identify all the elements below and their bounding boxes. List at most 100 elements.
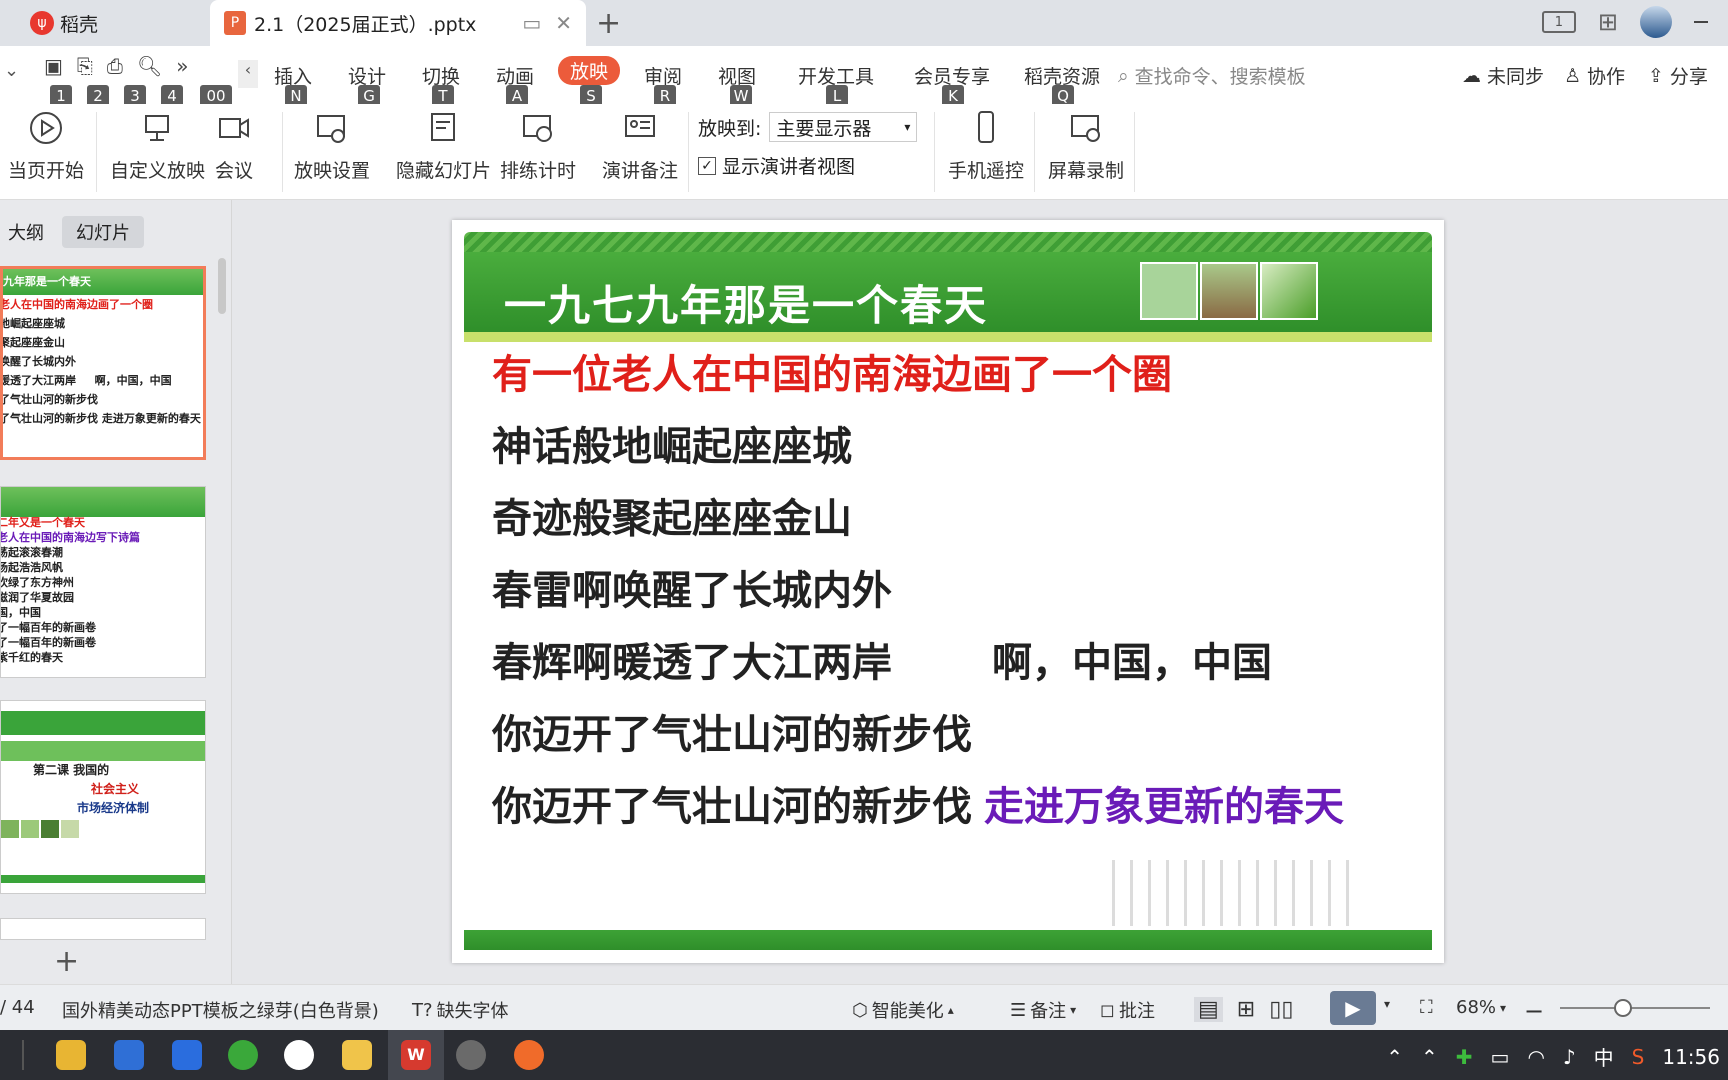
wps-taskbar-item[interactable]: W — [388, 1030, 444, 1080]
divider — [1134, 112, 1135, 192]
media-icon[interactable] — [456, 1040, 486, 1070]
zoom-out-icon[interactable]: − — [1524, 997, 1544, 1025]
meeting-label: 会议 — [214, 160, 253, 182]
template-name[interactable]: 国外精美动态PPT模板之绿芽(白色背景) — [62, 997, 379, 1023]
more-icon[interactable]: » — [176, 54, 188, 78]
scroll-left-icon[interactable]: ‹ — [238, 60, 258, 88]
file-explorer-icon[interactable] — [56, 1040, 86, 1070]
thumb2-line: 了一幅百年的新画卷 — [0, 636, 96, 649]
grid-apps-icon[interactable]: ⊞ — [1598, 8, 1618, 36]
beautify-label: 智能美化 — [871, 1001, 944, 1022]
slide-thumbnail-3[interactable]: 第二课 我国的 社会主义 市场经济体制 — [0, 700, 206, 894]
zoom-slider-thumb[interactable] — [1614, 999, 1632, 1017]
speaker-notes-button[interactable]: 演讲备注 — [602, 104, 678, 183]
slide-thumbnail-2[interactable]: 二年又是一个春天 老人在中国的南海边写下诗篇 荡起滚滚春潮 扬起浩浩风帆 吹绿了… — [0, 486, 206, 678]
slide-line-exclaim: 啊，中国，中国 — [992, 640, 1272, 686]
play-circle-icon — [30, 112, 62, 144]
clock[interactable]: 11:56 — [1662, 1045, 1720, 1069]
show-to-select[interactable]: 主要显示器 ▾ — [769, 112, 918, 142]
cloud-icon: ☁ — [1462, 64, 1481, 87]
panel-scrollbar[interactable] — [218, 258, 226, 314]
zoom-level[interactable]: 68% ▾ — [1456, 997, 1506, 1018]
missing-font-button[interactable]: T? 缺失字体 — [412, 997, 509, 1023]
notes-button[interactable]: ☰ 备注 ▾ — [1010, 997, 1076, 1023]
comment-button[interactable]: ◻ 批注 — [1100, 997, 1155, 1023]
reading-view-icon[interactable]: ▯▯ — [1269, 997, 1293, 1022]
app-green-icon[interactable] — [228, 1040, 258, 1070]
fit-window-icon[interactable]: ⛶ — [1420, 997, 1433, 1018]
zoom-slider[interactable] — [1560, 1007, 1710, 1009]
save-icon[interactable]: ▣ — [44, 54, 63, 78]
pptx-file-icon: P — [224, 11, 246, 35]
custom-show-icon — [144, 115, 169, 141]
new-tab-button[interactable]: + — [596, 6, 621, 41]
print-icon[interactable]: ⎙ — [107, 54, 123, 78]
sync-label: 未同步 — [1487, 66, 1545, 88]
app-white-icon[interactable] — [284, 1040, 314, 1070]
app-orange-icon[interactable] — [514, 1040, 544, 1070]
decor-square — [1140, 262, 1198, 320]
collapse-chevron-icon[interactable]: ⌄ — [4, 60, 19, 81]
security-icon[interactable]: ✚ — [1456, 1045, 1473, 1069]
thumb1-line: 了气壮山河的新步伐 走进万象更新的春天 — [0, 412, 201, 425]
normal-view-icon[interactable]: ▤ — [1194, 997, 1223, 1022]
divider — [934, 112, 935, 192]
play-options-arrow-icon[interactable]: ▾ — [1384, 997, 1390, 1011]
custom-show-button[interactable]: 自定义放映 — [110, 104, 205, 183]
checkbox-checked[interactable]: ✓ — [698, 156, 716, 175]
thumb2-line: 吹绿了东方神州 — [0, 576, 74, 589]
show-settings-button[interactable]: 放映设置 — [294, 104, 370, 183]
close-tab-icon[interactable]: ✕ — [555, 11, 572, 35]
video-icon — [219, 118, 249, 138]
user-avatar[interactable] — [1640, 6, 1672, 38]
tab-document[interactable]: P 2.1（2025届正式）.pptx ▭ ✕ — [210, 0, 586, 46]
slide[interactable]: 一九七九年那是一个春天 有一位老人在中国的南海边画了一个圈 神话般地崛起座座城 … — [452, 220, 1444, 963]
export-icon[interactable]: ⎘ — [77, 54, 93, 78]
tab-home[interactable]: ψ 稻壳 — [0, 0, 206, 46]
speaker-icon[interactable]: ♪ — [1563, 1045, 1576, 1069]
wifi-icon[interactable]: ◠ — [1527, 1045, 1544, 1069]
from-current-button[interactable]: 当页开始 — [8, 104, 84, 183]
sogou-icon[interactable]: S — [1632, 1045, 1645, 1069]
share-button[interactable]: ⇪ 分享 — [1648, 62, 1708, 89]
thumb1-title: 九年那是一个春天 — [3, 275, 91, 288]
beautify-button[interactable]: ⬡ 智能美化 ▴ — [852, 997, 954, 1023]
slide-thumbnail-1[interactable]: 九年那是一个春天 老人在中国的南海边画了一个圈 地崛起座座城 聚起座座金山 唤醒… — [0, 266, 206, 460]
show-to-label: 放映到: — [698, 117, 762, 140]
show-settings-label: 放映设置 — [294, 160, 371, 182]
tab-slides[interactable]: 幻灯片 — [62, 216, 144, 248]
menu-slideshow[interactable]: 放映 — [558, 56, 621, 85]
thumb3-line: 市场经济体制 — [77, 801, 150, 815]
presenter-view-toggle[interactable]: ✓ 显示演讲者视图 — [698, 152, 855, 179]
browser-icon[interactable] — [172, 1040, 202, 1070]
collab-button[interactable]: ♙ 协作 — [1564, 62, 1625, 89]
up-arrow-icon[interactable]: ⌃ — [1421, 1045, 1438, 1069]
preview-icon[interactable]: 🔍︎ — [137, 54, 162, 78]
battery-icon[interactable]: ▭ — [1491, 1045, 1510, 1069]
hide-slide-button[interactable]: 隐藏幻灯片 — [396, 104, 491, 183]
speaker-notes-label: 演讲备注 — [602, 160, 679, 182]
thumb3-line: 社会主义 — [91, 782, 140, 796]
os-taskbar: W ⌃ ⌃ ✚ ▭ ◠ ♪ 中 S 11:56 — [0, 1030, 1728, 1080]
page-view-button[interactable]: 1 — [1541, 11, 1576, 33]
chevron-up-icon[interactable]: ⌃ — [1386, 1045, 1403, 1069]
divider — [688, 112, 689, 192]
folder-icon[interactable] — [342, 1040, 372, 1070]
tab-outline[interactable]: 大纲 — [0, 216, 52, 248]
sorter-view-icon[interactable]: ⊞ — [1237, 997, 1255, 1022]
meeting-button[interactable]: 会议 — [214, 104, 254, 183]
rehearse-button[interactable]: 排练计时 — [500, 104, 576, 183]
screen-record-button[interactable]: 屏幕录制 — [1048, 104, 1124, 183]
add-slide-button[interactable]: + — [54, 944, 79, 979]
monitor-icon[interactable]: ▭ — [522, 11, 541, 35]
sync-button[interactable]: ☁ 未同步 — [1462, 62, 1544, 89]
command-search[interactable]: ⌕ 查找命令、搜索模板 — [1118, 62, 1306, 89]
play-slideshow-button[interactable]: ▶ — [1330, 991, 1376, 1025]
slide-line: 神话般地崛起座座城 — [492, 424, 852, 470]
tab-document-label: 2.1（2025届正式）.pptx — [254, 13, 477, 36]
app-icon[interactable] — [114, 1040, 144, 1070]
slide-title: 一九七九年那是一个春天 — [504, 281, 989, 330]
ime-indicator[interactable]: 中 — [1594, 1042, 1614, 1071]
phone-remote-button[interactable]: 手机遥控 — [948, 104, 1024, 183]
slide-thumbnail-4[interactable] — [0, 918, 206, 940]
